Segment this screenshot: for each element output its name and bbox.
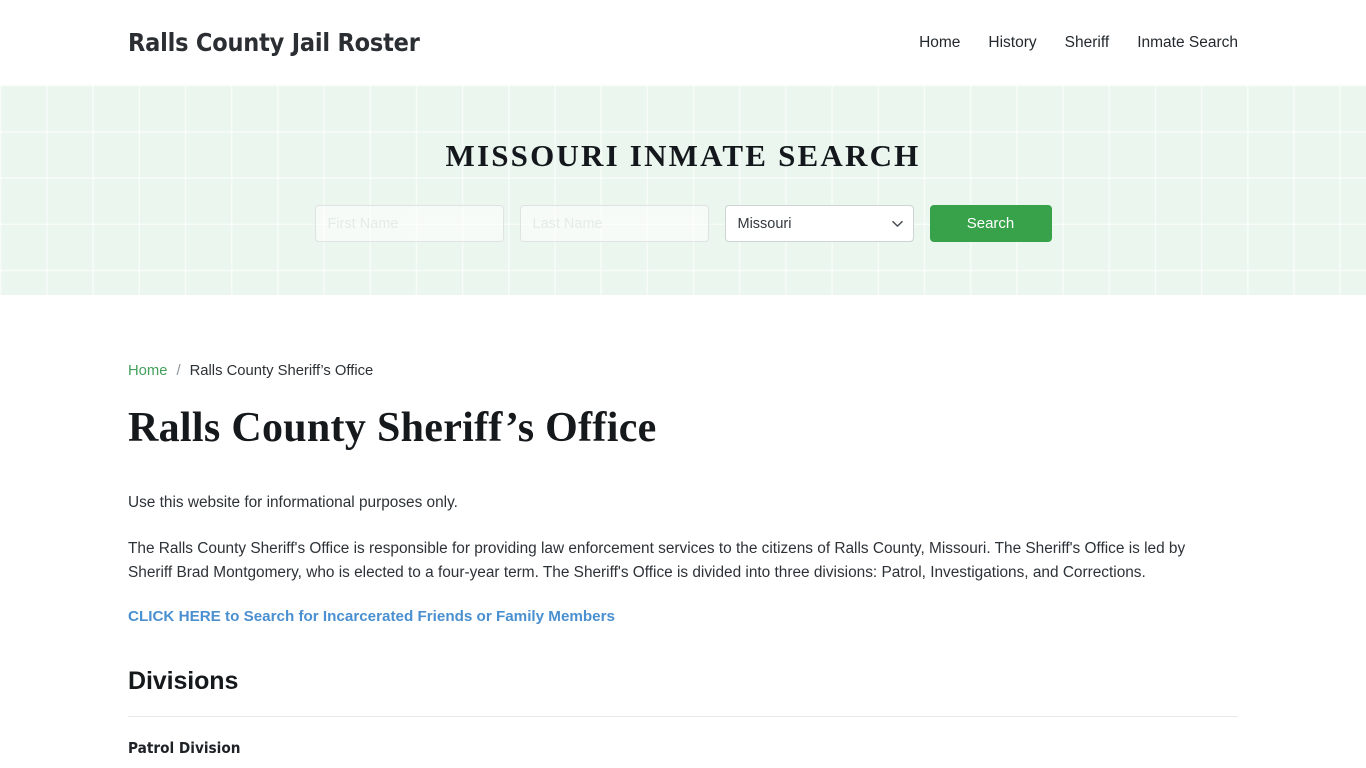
state-select-wrapper: Missouri: [724, 205, 914, 242]
main-navigation: Home History Sheriff Inmate Search: [919, 34, 1238, 52]
last-name-input[interactable]: [519, 205, 709, 242]
divisions-heading: Divisions: [128, 666, 239, 695]
division-item-patrol: Patrol Division: [128, 738, 241, 757]
first-name-input[interactable]: [314, 205, 504, 242]
breadcrumb-item-current: Ralls County Sheriff’s Office: [189, 363, 374, 379]
state-select[interactable]: Missouri: [724, 205, 914, 242]
nav-item-inmate-search[interactable]: Inmate Search: [1137, 34, 1238, 52]
lead-text: Use this website for informational purpo…: [128, 494, 458, 512]
inmate-search-form: Missouri Search: [314, 205, 1052, 242]
hero-title: MISSOURI INMATE SEARCH: [445, 138, 921, 173]
breadcrumb-separator: /: [176, 363, 181, 379]
page-title: Ralls County Sheriff’s Office: [128, 405, 657, 451]
breadcrumb: Home / Ralls County Sheriff’s Office: [128, 363, 1238, 379]
nav-item-sheriff[interactable]: Sheriff: [1065, 34, 1110, 52]
main-content: Home / Ralls County Sheriff’s Office Ral…: [0, 295, 1366, 757]
site-brand-link[interactable]: Ralls County Jail Roster: [128, 28, 420, 57]
search-button[interactable]: Search: [929, 205, 1052, 242]
hero-search-section: MISSOURI INMATE SEARCH Missouri Search: [0, 85, 1366, 295]
breadcrumb-item-home[interactable]: Home: [128, 363, 167, 379]
office-description-paragraph: The Ralls County Sheriff's Office is res…: [128, 540, 1186, 582]
site-header: Ralls County Jail Roster Home History Sh…: [0, 0, 1366, 85]
section-divider: [128, 715, 1238, 717]
inmate-search-cta-link[interactable]: CLICK HERE to Search for Incarcerated Fr…: [128, 608, 615, 625]
nav-item-history[interactable]: History: [988, 34, 1036, 52]
nav-item-home[interactable]: Home: [919, 34, 960, 52]
